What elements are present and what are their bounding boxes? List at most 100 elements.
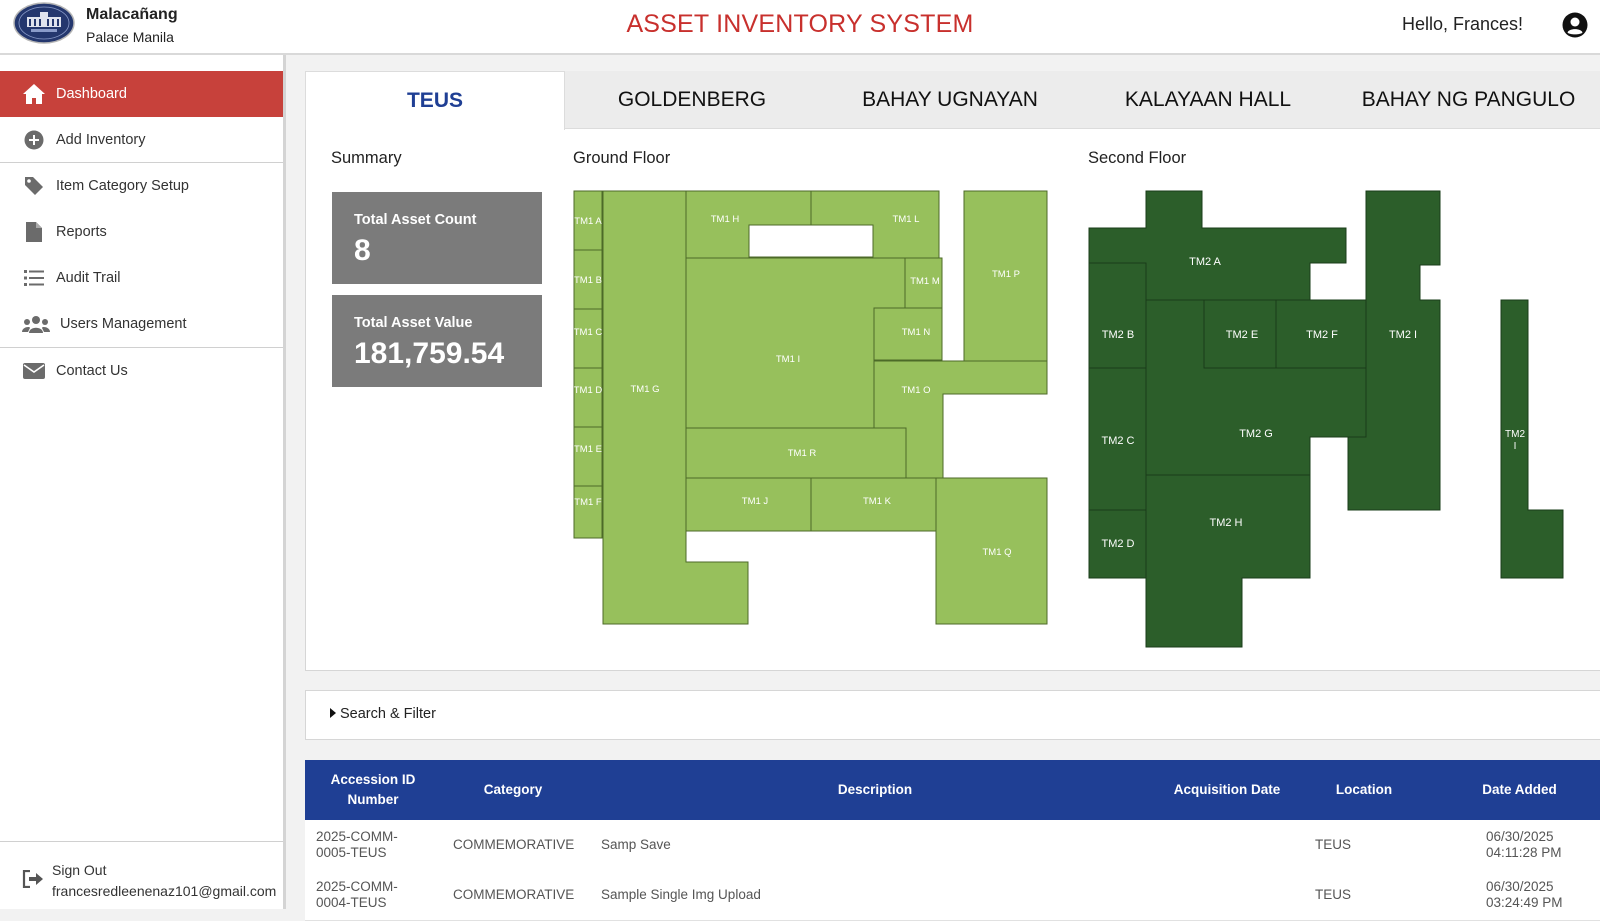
tab-teus[interactable]: TEUS <box>305 71 565 130</box>
room-tm2-b[interactable] <box>1088 262 1147 369</box>
room-label: TM1 H <box>711 214 740 225</box>
room-label: TM2 F <box>1306 329 1338 341</box>
brand-subtitle: Palace Manila <box>86 29 174 45</box>
room-label: TM2 C <box>1102 435 1135 447</box>
cell-description: Sample Single Img Upload <box>601 887 761 902</box>
date-added-line1: 06/30/2025 <box>1486 829 1554 844</box>
total-asset-value-label: Total Asset Value <box>354 315 473 331</box>
ground-floor-map: TM1 A TM1 B TM1 C TM1 D TM1 E TM1 F TM1 … <box>573 190 1048 625</box>
user-account-icon[interactable] <box>1562 12 1588 38</box>
total-asset-value-card: Total Asset Value 181,759.54 <box>332 295 542 387</box>
room-label: TM1 O <box>901 385 930 396</box>
col-acquisition-date[interactable]: Acquisition Date <box>1165 760 1289 820</box>
accession-id-line2: 0005-TEUS <box>316 845 387 860</box>
envelope-icon <box>22 360 46 382</box>
room-label: TM1 I <box>776 354 800 365</box>
col-accession-id[interactable]: Accession ID Number <box>305 760 441 820</box>
room-label: TM1 G <box>630 384 659 395</box>
room-label: TM1 B <box>574 275 602 286</box>
total-asset-value-value: 181,759.54 <box>354 337 505 370</box>
room-label: TM1 M <box>910 276 940 287</box>
room-label: TM1 R <box>788 448 817 459</box>
room-label: TM2 D <box>1102 538 1135 550</box>
file-icon <box>22 221 46 243</box>
room-label: TM2 E <box>1226 329 1258 341</box>
room-tm1-i[interactable] <box>685 257 906 429</box>
room-label: TM1 D <box>574 385 603 396</box>
date-added-line1: 06/30/2025 <box>1486 879 1554 894</box>
brand-name: Malacañang <box>86 6 178 23</box>
col-category[interactable]: Category <box>441 760 585 820</box>
room-label: TM2 A <box>1189 256 1221 268</box>
cell-accession-id: 2025-COMM- 0004-TEUS <box>316 879 398 911</box>
sign-out-button[interactable]: Sign Out francesredleenenaz101@gmail.com <box>0 841 283 910</box>
tab-bahay-ng-pangulo[interactable]: BAHAY NG PANGULO <box>1337 71 1600 128</box>
search-filter-label: Search & Filter <box>340 706 436 722</box>
search-filter-toggle[interactable]: Search & Filter <box>330 706 436 722</box>
room-label: TM1 C <box>574 327 603 338</box>
sidebar-item-label: Users Management <box>60 316 187 332</box>
home-icon <box>22 83 46 105</box>
room-label: TM1 F <box>574 497 602 508</box>
sidebar-item-audit-trail[interactable]: Audit Trail <box>0 255 283 301</box>
cell-accession-id: 2025-COMM- 0005-TEUS <box>316 829 398 861</box>
tab-goldenberg[interactable]: GOLDENBERG <box>563 71 821 128</box>
room-tm2-h[interactable] <box>1145 474 1311 648</box>
courtyard <box>748 224 874 258</box>
sidebar-item-label: Contact Us <box>56 363 128 379</box>
total-asset-count-label: Total Asset Count <box>354 212 477 228</box>
summary-title: Summary <box>331 149 402 167</box>
cell-location: TEUS <box>1315 887 1352 902</box>
room-tm1-f[interactable] <box>573 485 603 539</box>
building-tabs: TEUS GOLDENBERG BAHAY UGNAYAN KALAYAAN H… <box>305 71 1600 130</box>
search-filter-panel[interactable]: Search & Filter <box>305 690 1600 740</box>
room-tm1-c[interactable] <box>573 308 603 369</box>
tab-bahay-ugnayan[interactable]: BAHAY UGNAYAN <box>821 71 1079 128</box>
caret-right-icon <box>330 708 336 718</box>
malacanang-logo <box>13 2 75 44</box>
room-label: TM1 J <box>742 496 769 507</box>
room-label: TM2 B <box>1102 329 1134 341</box>
room-label: TM2 H <box>1210 517 1243 529</box>
date-added-line2: 03:24:49 PM <box>1486 895 1563 910</box>
room-label: TM1 Q <box>982 547 1011 558</box>
col-location[interactable]: Location <box>1289 760 1439 820</box>
tab-kalayaan-hall[interactable]: KALAYAAN HALL <box>1079 71 1337 128</box>
room-label: TM2 I <box>1389 329 1417 341</box>
users-icon <box>22 313 50 335</box>
user-email: francesredleenenaz101@gmail.com <box>52 883 277 899</box>
sidebar-item-item-category-setup[interactable]: Item Category Setup <box>0 163 283 209</box>
sidebar-item-contact-us[interactable]: Contact Us <box>0 348 283 394</box>
second-floor-map: TM2 A TM2 B TM2 E TM2 F TM2 I TM2 C TM2 … <box>1088 190 1564 648</box>
total-asset-count-value: 8 <box>354 234 371 267</box>
cell-category: COMMEMORATIVE <box>453 887 575 902</box>
sidebar-item-users-management[interactable]: Users Management <box>0 301 283 347</box>
col-description[interactable]: Description <box>585 760 1165 820</box>
user-greeting: Hello, Frances! <box>1401 14 1523 34</box>
second-floor-title: Second Floor <box>1088 149 1187 167</box>
room-label: TM2 G <box>1239 428 1273 440</box>
tag-icon <box>22 175 46 197</box>
room-tm1-d[interactable] <box>573 367 603 428</box>
sidebar: Dashboard Add Inventory Item Category Se… <box>0 55 286 909</box>
app-title-wrap: ASSET INVENTORY SYSTEM <box>0 10 1600 39</box>
cell-date-added: 06/30/2025 03:24:49 PM <box>1486 879 1563 911</box>
col-date-added[interactable]: Date Added <box>1439 760 1600 820</box>
sidebar-item-label: Audit Trail <box>56 270 121 286</box>
room-label: TM1 L <box>893 214 920 225</box>
room-tm1-e[interactable] <box>573 426 603 487</box>
accession-id-line2: 0004-TEUS <box>316 895 387 910</box>
top-header: Malacañang Palace Manila ASSET INVENTORY… <box>0 0 1600 55</box>
room-label: TM1 A <box>574 216 602 227</box>
table-row[interactable]: 2025-COMM- 0005-TEUS COMMEMORATIVE Samp S… <box>305 820 1600 871</box>
cell-location: TEUS <box>1315 837 1352 852</box>
accession-id-line1: 2025-COMM- <box>316 829 398 844</box>
sidebar-item-reports[interactable]: Reports <box>0 209 283 255</box>
cell-description: Samp Save <box>601 837 671 852</box>
sidebar-item-label: Add Inventory <box>56 132 146 148</box>
sidebar-item-label: Reports <box>56 224 107 240</box>
plus-circle-icon <box>22 129 46 151</box>
table-row[interactable]: 2025-COMM- 0004-TEUS COMMEMORATIVE Sample… <box>305 870 1600 921</box>
sidebar-item-dashboard[interactable]: Dashboard <box>0 71 283 117</box>
sidebar-item-add-inventory[interactable]: Add Inventory <box>0 117 283 163</box>
